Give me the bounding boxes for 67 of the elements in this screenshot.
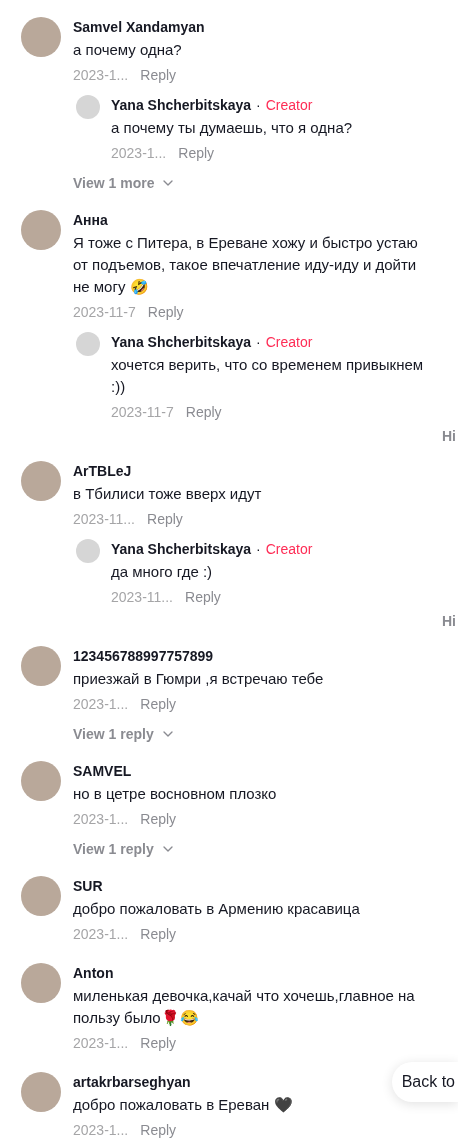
reply-author[interactable]: Yana Shcherbitskaya (111, 332, 252, 352)
avatar-photo-placeholder[interactable] (21, 963, 61, 1003)
avatar-photo-placeholder[interactable] (21, 761, 61, 801)
comment-date: 2023-1... (73, 1034, 129, 1053)
view-replies-button[interactable]: View 1 reply (73, 839, 176, 859)
creator-label: Creator (265, 333, 313, 352)
reply-link[interactable]: Reply (140, 922, 177, 946)
reply-link[interactable]: Reply (140, 1118, 177, 1140)
comment-date: 2023-1... (73, 810, 129, 829)
reply-link[interactable]: Reply (140, 63, 177, 87)
comment-author[interactable]: ArTBLeJ (73, 461, 132, 481)
hide-link[interactable]: Hi (442, 613, 458, 629)
reply-text: да много где :) (111, 562, 214, 582)
avatar-photo-placeholder[interactable] (76, 539, 100, 563)
avatar-photo-placeholder[interactable] (21, 17, 61, 57)
separator-dot: · (256, 96, 261, 115)
comment-date: 2023-11... (111, 588, 173, 607)
comment-text: в Тбилиси тоже вверх идут (73, 484, 263, 504)
avatar-photo-placeholder[interactable] (76, 95, 100, 119)
reply-link[interactable]: Reply (185, 585, 221, 609)
reply-link[interactable]: Reply (185, 400, 222, 424)
comment-date: 2023-1... (73, 925, 129, 944)
comment-date: 2023-1... (73, 66, 129, 85)
creator-label: Creator (265, 540, 313, 559)
avatar-photo-placeholder[interactable] (21, 876, 61, 916)
avatar-photo-placeholder[interactable] (21, 461, 61, 501)
view-replies-button[interactable]: View 1 reply (73, 724, 176, 744)
avatar-photo-placeholder[interactable] (21, 1072, 61, 1112)
reply-link[interactable]: Reply (178, 141, 215, 165)
reply-link[interactable]: Reply (147, 300, 184, 324)
comment-author[interactable]: 123456788997757899 (73, 646, 214, 666)
comment-author[interactable]: SUR (73, 876, 103, 896)
comment-text: миленькая девочка,качай что хочешь,главное на пользу было🌹😂 (73, 986, 416, 1028)
reply-text: хочется верить, что со временем привыкнем :)) (111, 355, 425, 397)
comment-text: приезжай в Гюмри ,я встречаю тебе (73, 669, 325, 689)
back-to-top-button[interactable]: Back to (391, 1062, 458, 1102)
creator-label: Creator (265, 96, 313, 115)
comment-text: а почему одна? (73, 40, 183, 60)
comment-author[interactable]: Анна (73, 210, 108, 230)
comment-date: 2023-11-7 (73, 303, 136, 322)
avatar-photo-placeholder[interactable] (21, 646, 61, 686)
reply-author[interactable]: Yana Shcherbitskaya (111, 95, 252, 115)
comment-date: 2023-1... (111, 144, 167, 163)
comment-text: Я тоже с Питера, в Ереване хожу и быстро устаю от подъемов, такое впечатление иду-иду и дойти не могу 🤣 (73, 233, 419, 297)
comment-date: 2023-11-7 (111, 403, 174, 422)
reply-link[interactable]: Reply (140, 807, 177, 831)
comment-date: 2023-1... (73, 695, 129, 714)
separator-dot: · (256, 540, 261, 559)
reply-link[interactable]: Reply (140, 692, 177, 716)
comment-date: 2023-11... (73, 510, 135, 529)
comment-text: добро пожаловать в Ереван 🖤 (73, 1095, 294, 1115)
comment-author[interactable]: artakrbarseghyan (73, 1072, 191, 1092)
reply-text: а почему ты думаешь, что я одна? (111, 118, 354, 138)
avatar-photo-placeholder[interactable] (21, 210, 61, 250)
separator-dot: · (256, 333, 261, 352)
avatar-photo-placeholder[interactable] (76, 332, 100, 356)
comment-text: но в цетре восновном плозко (73, 784, 278, 804)
comment-author[interactable]: Samvel Xandamyan (73, 17, 205, 37)
comment-date: 2023-1... (73, 1121, 129, 1140)
comment-author[interactable]: Anton (73, 963, 114, 983)
reply-author[interactable]: Yana Shcherbitskaya (111, 539, 252, 559)
comment-author[interactable]: SAMVEL (73, 761, 132, 781)
view-replies-button[interactable]: View 1 more (73, 173, 177, 193)
reply-link[interactable]: Reply (147, 507, 183, 531)
hide-link[interactable]: Hi (442, 428, 458, 444)
reply-link[interactable]: Reply (140, 1031, 177, 1055)
comment-text: добро пожаловать в Армению красавица (73, 899, 361, 919)
